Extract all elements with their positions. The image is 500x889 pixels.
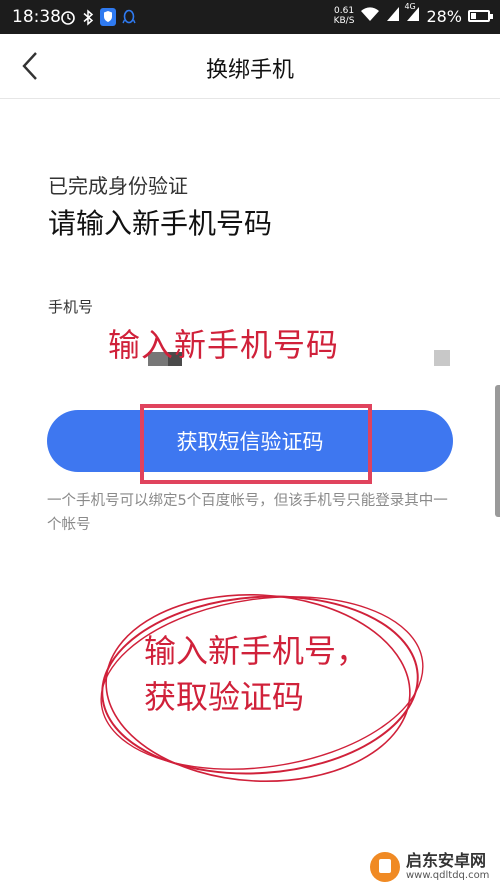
status-left-icons [60, 8, 136, 30]
qq-icon [122, 9, 136, 30]
net-speed-unit: KB/S [333, 16, 355, 26]
nav-header: 换绑手机 [0, 34, 500, 99]
scrollbar[interactable] [495, 385, 500, 517]
net-speed-value: 0.61 [334, 6, 355, 16]
annotation-circle-line1: 输入新手机号， [144, 632, 369, 670]
watermark-text: 启东安卓网 www.qdltdq.com [406, 852, 489, 882]
battery-fill [471, 13, 477, 19]
network-type-label: 4G [404, 2, 416, 11]
battery-icon [468, 10, 493, 22]
signal-icon [386, 6, 400, 26]
get-sms-code-label: 获取短信验证码 [176, 430, 324, 454]
watermark-url: www.qdltdq.com [406, 870, 490, 881]
battery-percent: 28% [426, 6, 462, 26]
phone-field-label: 手机号 [48, 298, 94, 316]
bluetooth-icon [82, 8, 94, 30]
status-bar: 18:38 0.61 KB/S 4G 28% [0, 0, 500, 34]
shield-icon [100, 8, 116, 30]
get-sms-code-button[interactable]: 获取短信验证码 [47, 410, 453, 472]
status-right: 0.61 KB/S 4G 28% [334, 2, 493, 26]
clear-input-icon[interactable] [434, 350, 450, 366]
watermark-logo-icon [370, 852, 400, 882]
verification-status-text: 已完成身份验证 [48, 174, 188, 198]
signal-4g-icon: 4G [404, 2, 420, 26]
annotation-circle-note: 输入新手机号， 获取验证码 [144, 628, 368, 720]
status-time: 18:38 [12, 7, 61, 27]
binding-hint: 一个手机号可以绑定5个百度帐号，但该手机号只能登录其中一个帐号 [47, 493, 448, 533]
net-speed: 0.61 KB/S [334, 6, 355, 26]
main-heading: 请输入新手机号码 [48, 207, 273, 240]
annotation-circle-line2: 获取验证码 [144, 678, 305, 716]
annotation-input-note: 输入新手机号码 [108, 326, 340, 364]
page-title: 换绑手机 [205, 58, 294, 83]
watermark-title: 启东安卓网 [406, 851, 487, 870]
alarm-icon [60, 9, 76, 29]
wifi-icon [360, 6, 380, 26]
watermark: 启东安卓网 www.qdltdq.com [370, 852, 489, 882]
